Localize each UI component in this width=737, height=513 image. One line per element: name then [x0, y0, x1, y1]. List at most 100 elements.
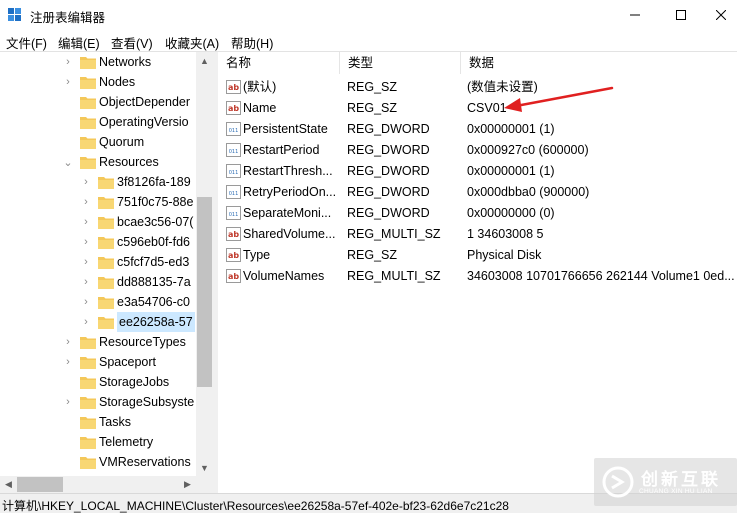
tree-horizontal-scrollbar[interactable]: ◀ ▶	[0, 476, 213, 493]
value-row[interactable]: 011 SeparateMoni... REG_DWORD 0x00000000 (0…	[218, 203, 737, 224]
value-name: RetryPeriodOn...	[243, 185, 337, 199]
svg-text:011: 011	[229, 128, 239, 134]
value-data: 0x000927c0 (600000)	[467, 143, 589, 157]
menu-file[interactable]: 文件(F)	[5, 33, 48, 52]
value-row[interactable]: 011 RestartThresh... REG_DWORD 0x00000001 (…	[218, 161, 737, 182]
folder-icon	[80, 157, 96, 169]
tree-node[interactable]: ObjectDepender	[0, 92, 196, 112]
maximize-button[interactable]	[658, 0, 704, 30]
tree-node-label: Spaceport	[99, 355, 156, 369]
value-data: 0x000dbba0 (900000)	[467, 185, 590, 199]
value-name: (默认)	[243, 80, 277, 94]
registry-tree[interactable]: › Networks › Nodes ObjectDepender OperatingVe…	[0, 52, 213, 476]
tree-node[interactable]: ⌄ Resources	[0, 152, 196, 172]
minimize-button[interactable]	[612, 0, 658, 30]
binary-value-icon: 011	[226, 164, 241, 178]
expand-chevron-icon[interactable]: ›	[81, 192, 91, 212]
expand-chevron-icon[interactable]: ›	[81, 272, 91, 292]
tree-node[interactable]: › Networks	[0, 52, 196, 72]
tree-node[interactable]: › 751f0c75-88e	[0, 192, 196, 212]
expand-chevron-icon[interactable]: ›	[81, 312, 91, 332]
tree-node[interactable]: › dd888135-7a	[0, 272, 196, 292]
tree-node[interactable]: Telemetry	[0, 432, 196, 452]
string-value-icon: ab	[226, 227, 241, 241]
expand-chevron-icon[interactable]: ›	[81, 172, 91, 192]
watermark-icon	[602, 466, 634, 498]
tree-node[interactable]: › c596eb0f-fd6	[0, 232, 196, 252]
values-list[interactable]: 名称 类型 数据 ab (默认) REG_SZ (数值未设置) ab Name REG_SZ…	[218, 52, 737, 493]
scrollbar-thumb[interactable]	[197, 197, 212, 387]
watermark-text: 创新互联	[641, 470, 721, 489]
tree-node[interactable]: › Nodes	[0, 72, 196, 92]
tree-node[interactable]: › StorageSubsyste	[0, 392, 196, 412]
binary-value-icon: 011	[226, 206, 241, 220]
expand-chevron-icon[interactable]: ›	[81, 292, 91, 312]
tree-node[interactable]: › 3f8126fa-189	[0, 172, 196, 192]
value-type: REG_DWORD	[347, 164, 430, 178]
string-value-icon: ab	[226, 80, 241, 94]
value-row[interactable]: ab SharedVolume... REG_MULTI_SZ 1 34603008 …	[218, 224, 737, 245]
menu-favorites[interactable]: 收藏夹(A)	[164, 33, 220, 52]
folder-icon	[80, 397, 96, 409]
column-header-name[interactable]: 名称	[218, 52, 340, 74]
value-row[interactable]: ab Type REG_SZ Physical Disk	[218, 245, 737, 266]
menu-edit[interactable]: 编辑(E)	[57, 33, 101, 52]
registry-editor-window: 注册表编辑器 文件(F) 编辑(E) 查看(V) 收藏夹(A) 帮助(H) › N…	[0, 0, 737, 513]
expand-chevron-icon[interactable]: ›	[81, 212, 91, 232]
menu-help[interactable]: 帮助(H)	[230, 33, 274, 52]
tree-node-label: c596eb0f-fd6	[117, 235, 190, 249]
tree-node[interactable]: › ResourceTypes	[0, 332, 196, 352]
scroll-down-icon[interactable]: ▼	[196, 459, 213, 476]
value-row[interactable]: ab Name REG_SZ CSV01	[218, 98, 737, 119]
tree-node[interactable]: StorageJobs	[0, 372, 196, 392]
tree-vertical-scrollbar[interactable]: ▲ ▼	[196, 52, 213, 476]
expand-chevron-icon[interactable]: ›	[63, 332, 73, 352]
scroll-up-icon[interactable]: ▲	[196, 52, 213, 69]
binary-value-icon: 011	[226, 143, 241, 157]
expand-chevron-icon[interactable]: ›	[81, 232, 91, 252]
folder-icon	[80, 137, 96, 149]
value-row[interactable]: ab VolumeNames REG_MULTI_SZ 34603008 107017…	[218, 266, 737, 287]
collapse-chevron-icon[interactable]: ⌄	[63, 152, 73, 172]
folder-icon	[98, 217, 114, 229]
menu-view[interactable]: 查看(V)	[110, 33, 154, 52]
value-row[interactable]: 011 RetryPeriodOn... REG_DWORD 0x000dbba0 (…	[218, 182, 737, 203]
value-type: REG_SZ	[347, 101, 398, 115]
column-header-type[interactable]: 类型	[340, 52, 461, 74]
tree-node[interactable]: › bcae3c56-07(	[0, 212, 196, 232]
tree-node-label: Networks	[99, 55, 152, 69]
tree-node-label: ResourceTypes	[99, 335, 186, 349]
column-header-data[interactable]: 数据	[461, 52, 737, 74]
tree-node-label: bcae3c56-07(	[117, 215, 194, 229]
expand-chevron-icon[interactable]: ›	[63, 72, 73, 92]
red-arrow-annotation	[504, 86, 614, 112]
string-value-icon: ab	[226, 101, 241, 115]
value-type: REG_MULTI_SZ	[347, 227, 441, 241]
tree-node[interactable]: › Spaceport	[0, 352, 196, 372]
expand-chevron-icon[interactable]: ›	[63, 52, 73, 72]
tree-node[interactable]: Tasks	[0, 412, 196, 432]
title-bar[interactable]: 注册表编辑器	[0, 0, 737, 30]
value-type: REG_MULTI_SZ	[347, 269, 441, 283]
scroll-right-icon[interactable]: ▶	[179, 476, 196, 493]
expand-chevron-icon[interactable]: ›	[63, 392, 73, 412]
svg-text:011: 011	[229, 170, 239, 176]
close-button[interactable]	[704, 0, 737, 30]
hscrollbar-thumb[interactable]	[17, 477, 63, 492]
scroll-left-icon[interactable]: ◀	[0, 476, 17, 493]
tree-node-label: c5fcf7d5-ed3	[117, 255, 190, 269]
expand-chevron-icon[interactable]: ›	[81, 252, 91, 272]
tree-node[interactable]: Quorum	[0, 132, 196, 152]
tree-node-label: e3a54706-c0	[117, 295, 190, 309]
value-row[interactable]: ab (默认) REG_SZ (数值未设置)	[218, 77, 737, 98]
value-row[interactable]: 011 PersistentState REG_DWORD 0x00000001 (1…	[218, 119, 737, 140]
expand-chevron-icon[interactable]: ›	[63, 352, 73, 372]
value-type: REG_DWORD	[347, 122, 430, 136]
tree-node[interactable]: › c5fcf7d5-ed3	[0, 252, 196, 272]
tree-node[interactable]: › e3a54706-c0	[0, 292, 196, 312]
tree-node[interactable]: VMReservations	[0, 452, 196, 472]
svg-text:ab: ab	[228, 104, 239, 113]
value-row[interactable]: 011 RestartPeriod REG_DWORD 0x000927c0 (600…	[218, 140, 737, 161]
tree-node[interactable]: › ee26258a-57	[0, 312, 196, 332]
tree-node[interactable]: OperatingVersio	[0, 112, 196, 132]
